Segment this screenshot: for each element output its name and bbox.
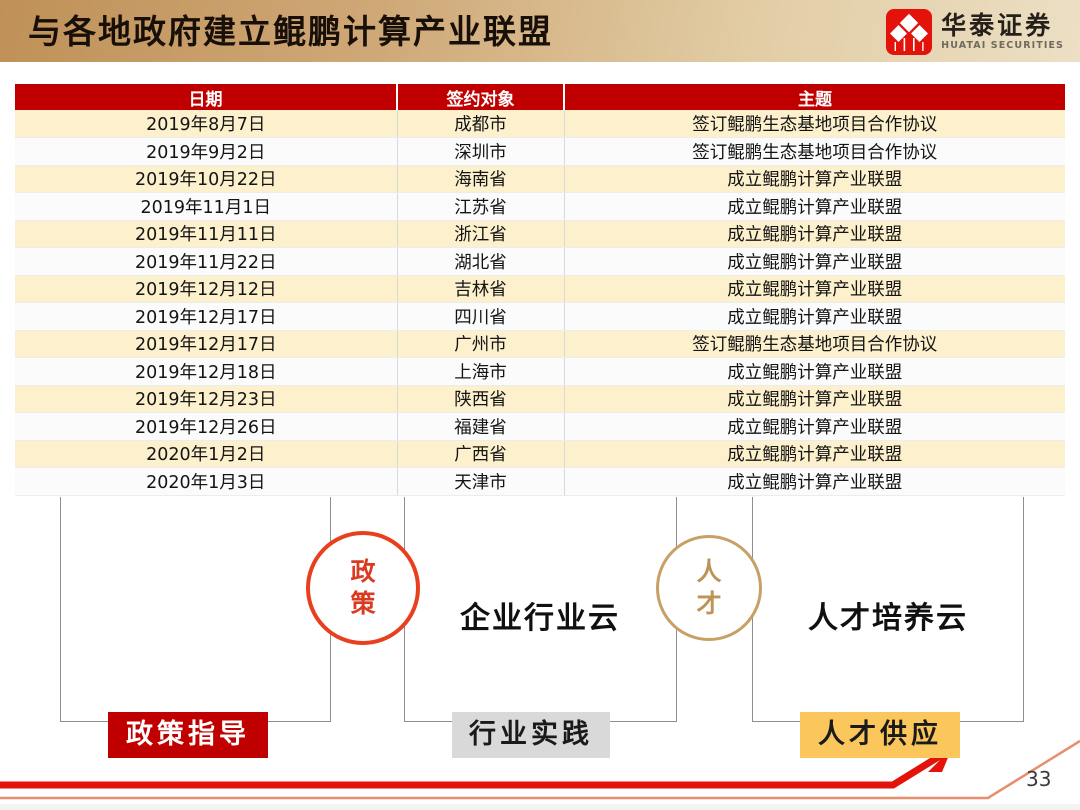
- table-row: 2019年12月26日福建省成立鲲鹏计算产业联盟: [15, 413, 1065, 441]
- table-row: 2019年11月22日湖北省成立鲲鹏计算产业联盟: [15, 248, 1065, 276]
- company-logo: 华泰证券 HUATAI SECURITIES: [886, 9, 1064, 55]
- table-cell: 2019年10月22日: [15, 165, 397, 193]
- table-cell: 广西省: [397, 440, 564, 468]
- table-cell: 上海市: [397, 358, 564, 386]
- table-cell: 成立鲲鹏计算产业联盟: [564, 468, 1065, 496]
- table-cell: 2019年12月18日: [15, 358, 397, 386]
- table-row: 2019年11月1日江苏省成立鲲鹏计算产业联盟: [15, 193, 1065, 221]
- table-cell: 2019年12月12日: [15, 275, 397, 303]
- table-cell: 2020年1月2日: [15, 440, 397, 468]
- table-cell: 成立鲲鹏计算产业联盟: [564, 165, 1065, 193]
- table-cell: 成立鲲鹏计算产业联盟: [564, 275, 1065, 303]
- policy-guidance-tag: 政策指导: [108, 712, 268, 758]
- talent-circle: 人才: [656, 535, 762, 641]
- table-cell: 成立鲲鹏计算产业联盟: [564, 385, 1065, 413]
- table-row: 2019年10月22日海南省成立鲲鹏计算产业联盟: [15, 165, 1065, 193]
- table-cell: 四川省: [397, 303, 564, 331]
- table-cell: 江苏省: [397, 193, 564, 221]
- table-cell: 签订鲲鹏生态基地项目合作协议: [564, 330, 1065, 358]
- logo-company-name: 华泰证券: [941, 13, 1064, 39]
- table-cell: 2019年12月23日: [15, 385, 397, 413]
- table-cell: 2019年11月22日: [15, 248, 397, 276]
- table-header-row: 日期签约对象主题: [15, 84, 1065, 110]
- table-cell: 海南省: [397, 165, 564, 193]
- enterprise-cloud-label: 企业行业云: [452, 593, 628, 637]
- table-row: 2019年12月12日吉林省成立鲲鹏计算产业联盟: [15, 275, 1065, 303]
- signing-table: 日期签约对象主题 2019年8月7日成都市签订鲲鹏生态基地项目合作协议2019年…: [15, 84, 1065, 496]
- table-cell: 成立鲲鹏计算产业联盟: [564, 248, 1065, 276]
- table-row: 2019年12月17日四川省成立鲲鹏计算产业联盟: [15, 303, 1065, 331]
- huatai-logo-icon: [886, 9, 932, 55]
- connector-line: [60, 497, 61, 721]
- table-cell: 2019年12月17日: [15, 303, 397, 331]
- page-number: 33: [1026, 767, 1051, 791]
- table-cell: 2019年11月11日: [15, 220, 397, 248]
- table-cell: 成立鲲鹏计算产业联盟: [564, 358, 1065, 386]
- table-row: 2019年9月2日深圳市签订鲲鹏生态基地项目合作协议: [15, 138, 1065, 166]
- table-cell: 湖北省: [397, 248, 564, 276]
- column-header: 签约对象: [397, 84, 564, 110]
- page-title: 与各地政府建立鲲鹏计算产业联盟: [28, 0, 553, 62]
- table-cell: 深圳市: [397, 138, 564, 166]
- slide: 与各地政府建立鲲鹏计算产业联盟 华泰证券 HUATAI SECURITIES 日…: [0, 0, 1080, 810]
- table-cell: 福建省: [397, 413, 564, 441]
- table-cell: 2019年12月17日: [15, 330, 397, 358]
- table-cell: 陕西省: [397, 385, 564, 413]
- table-cell: 2019年11月1日: [15, 193, 397, 221]
- table-row: 2019年12月18日上海市成立鲲鹏计算产业联盟: [15, 358, 1065, 386]
- table-cell: 签订鲲鹏生态基地项目合作协议: [564, 110, 1065, 138]
- table-header: 日期签约对象主题: [15, 84, 1065, 110]
- table-cell: 成立鲲鹏计算产业联盟: [564, 303, 1065, 331]
- policy-circle-label: 政策: [347, 556, 378, 621]
- logo-text: 华泰证券 HUATAI SECURITIES: [941, 13, 1064, 51]
- column-header: 日期: [15, 84, 397, 110]
- talent-cloud-label: 人才培养云: [800, 593, 976, 637]
- table-body: 2019年8月7日成都市签订鲲鹏生态基地项目合作协议2019年9月2日深圳市签订…: [15, 110, 1065, 495]
- talent-supply-tag: 人才供应: [800, 712, 960, 758]
- title-bar: 与各地政府建立鲲鹏计算产业联盟 华泰证券 HUATAI SECURITIES: [0, 0, 1080, 62]
- table-cell: 广州市: [397, 330, 564, 358]
- table-cell: 成立鲲鹏计算产业联盟: [564, 440, 1065, 468]
- table-cell: 2019年9月2日: [15, 138, 397, 166]
- table-cell: 天津市: [397, 468, 564, 496]
- table-cell: 成立鲲鹏计算产业联盟: [564, 413, 1065, 441]
- logo-company-name-en: HUATAI SECURITIES: [941, 41, 1064, 51]
- table-cell: 2019年8月7日: [15, 110, 397, 138]
- table-row: 2019年12月23日陕西省成立鲲鹏计算产业联盟: [15, 385, 1065, 413]
- table-row: 2019年11月11日浙江省成立鲲鹏计算产业联盟: [15, 220, 1065, 248]
- table-row: 2020年1月2日广西省成立鲲鹏计算产业联盟: [15, 440, 1065, 468]
- industry-practice-tag: 行业实践: [452, 712, 610, 758]
- policy-circle: 政策: [306, 531, 420, 645]
- table-cell: 成立鲲鹏计算产业联盟: [564, 193, 1065, 221]
- table-cell: 2019年12月26日: [15, 413, 397, 441]
- table-cell: 2020年1月3日: [15, 468, 397, 496]
- table-row: 2019年8月7日成都市签订鲲鹏生态基地项目合作协议: [15, 110, 1065, 138]
- talent-circle-label: 人才: [693, 556, 724, 621]
- table-cell: 浙江省: [397, 220, 564, 248]
- table-cell: 签订鲲鹏生态基地项目合作协议: [564, 138, 1065, 166]
- table-row: 2019年12月17日广州市签订鲲鹏生态基地项目合作协议: [15, 330, 1065, 358]
- table-cell: 吉林省: [397, 275, 564, 303]
- table-row: 2020年1月3日天津市成立鲲鹏计算产业联盟: [15, 468, 1065, 496]
- table-cell: 成立鲲鹏计算产业联盟: [564, 220, 1065, 248]
- column-header: 主题: [564, 84, 1065, 110]
- table-cell: 成都市: [397, 110, 564, 138]
- connector-line: [1023, 497, 1024, 721]
